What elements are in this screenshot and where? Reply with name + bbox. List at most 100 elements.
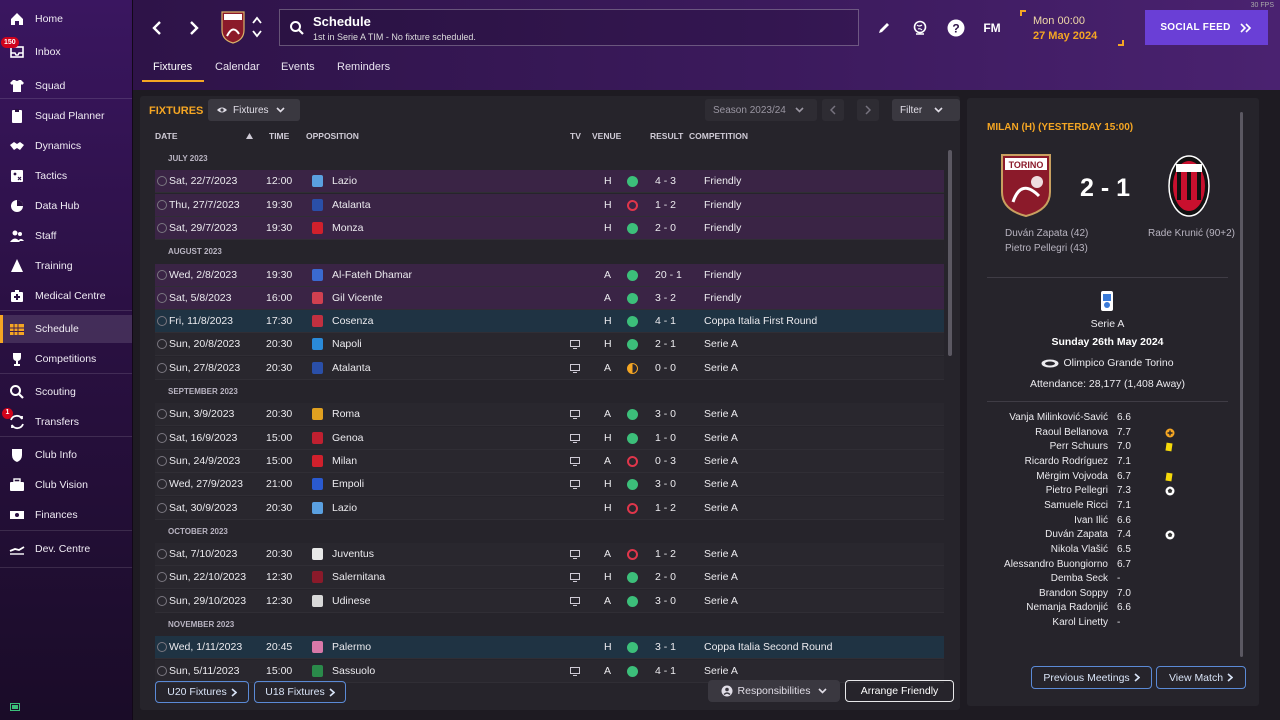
opposition-crest-icon[interactable] [312,664,323,677]
opposition-crest-icon[interactable] [312,315,323,328]
fixture-result[interactable]: 1 - 2 [655,199,676,211]
opposition-crest-icon[interactable] [312,454,323,467]
player-rating-row[interactable]: Nikola Vlašić 6.5 [987,544,1247,558]
player-rating-row[interactable]: Ricardo Rodríguez 7.1 [987,456,1247,470]
home-team-crest[interactable]: TORINO [999,152,1053,218]
fixture-competition[interactable]: Friendly [704,222,741,234]
fixture-competition[interactable]: Serie A [704,432,738,444]
opposition-crest-icon[interactable] [312,548,323,561]
sidebar-item-schedule[interactable]: Schedule [0,315,132,343]
player-rating-row[interactable]: Duván Zapata 7.4 [987,529,1247,543]
player-name[interactable]: Ivan Ilić [1074,515,1108,526]
fixture-row[interactable]: Fri, 11/8/2023 17:30 Cosenza H 4 - 1 Coppa It… [155,310,944,334]
fixture-competition[interactable]: Friendly [704,269,741,281]
fixture-competition[interactable]: Serie A [704,548,738,560]
fixtures-view-dropdown[interactable]: Fixtures [208,99,300,121]
fixture-row[interactable]: Sat, 29/7/2023 19:30 Monza H 2 - 0 Friendly [155,216,944,240]
fixture-result[interactable]: 4 - 1 [655,665,676,677]
arrange-friendly-button[interactable]: Arrange Friendly [845,680,954,702]
sidebar-item-medical-centre[interactable]: Medical Centre [0,282,132,310]
tab-events[interactable]: Events [281,61,315,73]
opposition-name[interactable]: Empoli [332,478,364,490]
fixture-row[interactable]: Sun, 3/9/2023 20:30 Roma A 3 - 0 Serie A [155,403,944,427]
fixture-result[interactable]: 2 - 0 [655,571,676,583]
opposition-crest-icon[interactable] [312,431,323,444]
player-name[interactable]: Demba Seck [1051,573,1108,584]
fixture-result[interactable]: 2 - 1 [655,338,676,350]
fixture-result[interactable]: 4 - 3 [655,175,676,187]
player-rating-row[interactable]: Vanja Milinković-Savić 6.6 [987,412,1247,426]
opposition-crest-icon[interactable] [312,291,323,304]
season-prev-button[interactable] [822,99,844,121]
player-rating-row[interactable]: Alessandro Buongiorno 6.7 [987,559,1247,573]
opposition-crest-icon[interactable] [312,501,323,514]
sidebar-item-dynamics[interactable]: Dynamics [0,132,132,160]
col-venue[interactable]: VENUE [592,131,621,141]
col-date[interactable]: DATE [155,131,178,141]
tab-reminders[interactable]: Reminders [337,61,390,73]
player-name[interactable]: Brandon Soppy [1039,588,1108,599]
social-feed-button[interactable]: SOCIAL FEED [1145,10,1268,45]
opposition-name[interactable]: Atalanta [332,362,371,374]
fixture-result[interactable]: 4 - 1 [655,315,676,327]
season-dropdown[interactable]: Season 2023/24 [705,99,817,121]
opposition-crest-icon[interactable] [312,408,323,421]
player-name[interactable]: Vanja Milinković-Savić [1009,412,1108,423]
fixture-row[interactable]: Thu, 27/7/2023 19:30 Atalanta H 1 - 2 Friendl… [155,193,944,217]
opposition-crest-icon[interactable] [312,198,323,211]
player-name[interactable]: Perr Schuurs [1050,441,1108,452]
opposition-crest-icon[interactable] [312,268,323,281]
col-opposition[interactable]: OPPOSITION [306,131,359,141]
opposition-name[interactable]: Napoli [332,338,362,350]
sidebar-item-club-vision[interactable]: Club Vision [0,471,132,499]
player-rating-row[interactable]: Pietro Pellegri 7.3 [987,485,1247,499]
opposition-name[interactable]: Salernitana [332,571,385,583]
player-name[interactable]: Nikola Vlašić [1051,544,1108,555]
sidebar-item-training[interactable]: Training [0,252,132,280]
player-rating-row[interactable]: Karol Linetty - [987,617,1247,631]
col-competition[interactable]: COMPETITION [689,131,748,141]
fixture-row[interactable]: Wed, 27/9/2023 21:00 Empoli H 3 - 0 Serie A [155,473,944,497]
back-button[interactable] [146,17,168,39]
fixture-result[interactable]: 2 - 0 [655,222,676,234]
player-rating-row[interactable]: Ivan Ilić 6.6 [987,515,1247,529]
fixture-competition[interactable]: Serie A [704,502,738,514]
col-tv[interactable]: TV [570,131,581,141]
forward-button[interactable] [183,17,205,39]
fixture-row[interactable]: Sat, 5/8/2023 16:00 Gil Vicente A 3 - 2 Frien… [155,286,944,310]
fixture-row[interactable]: Sat, 30/9/2023 20:30 Lazio H 1 - 2 Serie A [155,496,944,520]
opposition-name[interactable]: Genoa [332,432,364,444]
opposition-name[interactable]: Udinese [332,595,371,607]
sidebar-item-tactics[interactable]: Tactics [0,162,132,190]
fixture-row[interactable]: Sun, 29/10/2023 12:30 Udinese A 3 - 0 Serie A [155,589,944,613]
opposition-name[interactable]: Al-Fateh Dhamar [332,269,412,281]
sidebar-item-scouting[interactable]: Scouting [0,378,132,406]
player-rating-row[interactable]: Samuele Ricci 7.1 [987,500,1247,514]
opposition-name[interactable]: Roma [332,408,360,420]
opposition-name[interactable]: Juventus [332,548,374,560]
opposition-crest-icon[interactable] [312,221,323,234]
player-rating-row[interactable]: Nemanja Radonjić 6.6 [987,602,1247,616]
player-name[interactable]: Duván Zapata [1045,529,1108,540]
sort-asc-icon[interactable] [246,133,253,139]
fixture-competition[interactable]: Coppa Italia First Round [704,315,817,327]
filter-button[interactable]: Filter [892,99,960,121]
fixture-competition[interactable]: Coppa Italia Second Round [704,641,832,653]
fixture-competition[interactable]: Serie A [704,595,738,607]
away-team-crest[interactable] [1167,154,1211,218]
view-match-button[interactable]: View Match [1156,666,1246,689]
u20-fixtures-button[interactable]: U20 Fixtures [155,681,249,703]
fixture-row[interactable]: Sun, 24/9/2023 15:00 Milan A 0 - 3 Serie A [155,449,944,473]
player-name[interactable]: Samuele Ricci [1044,500,1108,511]
fixture-competition[interactable]: Serie A [704,665,738,677]
player-name[interactable]: Alessandro Buongiorno [1004,559,1108,570]
help-button[interactable]: ? [946,18,966,38]
fixture-competition[interactable]: Friendly [704,175,741,187]
sidebar-item-squad-planner[interactable]: Squad Planner [0,102,132,130]
fixture-result[interactable]: 3 - 1 [655,641,676,653]
fixture-competition[interactable]: Serie A [704,455,738,467]
opposition-name[interactable]: Lazio [332,175,357,187]
player-rating-row[interactable]: Perr Schuurs 7.0 [987,441,1247,455]
sidebar-item-dev-centre[interactable]: Dev. Centre [0,535,132,563]
opposition-name[interactable]: Monza [332,222,364,234]
